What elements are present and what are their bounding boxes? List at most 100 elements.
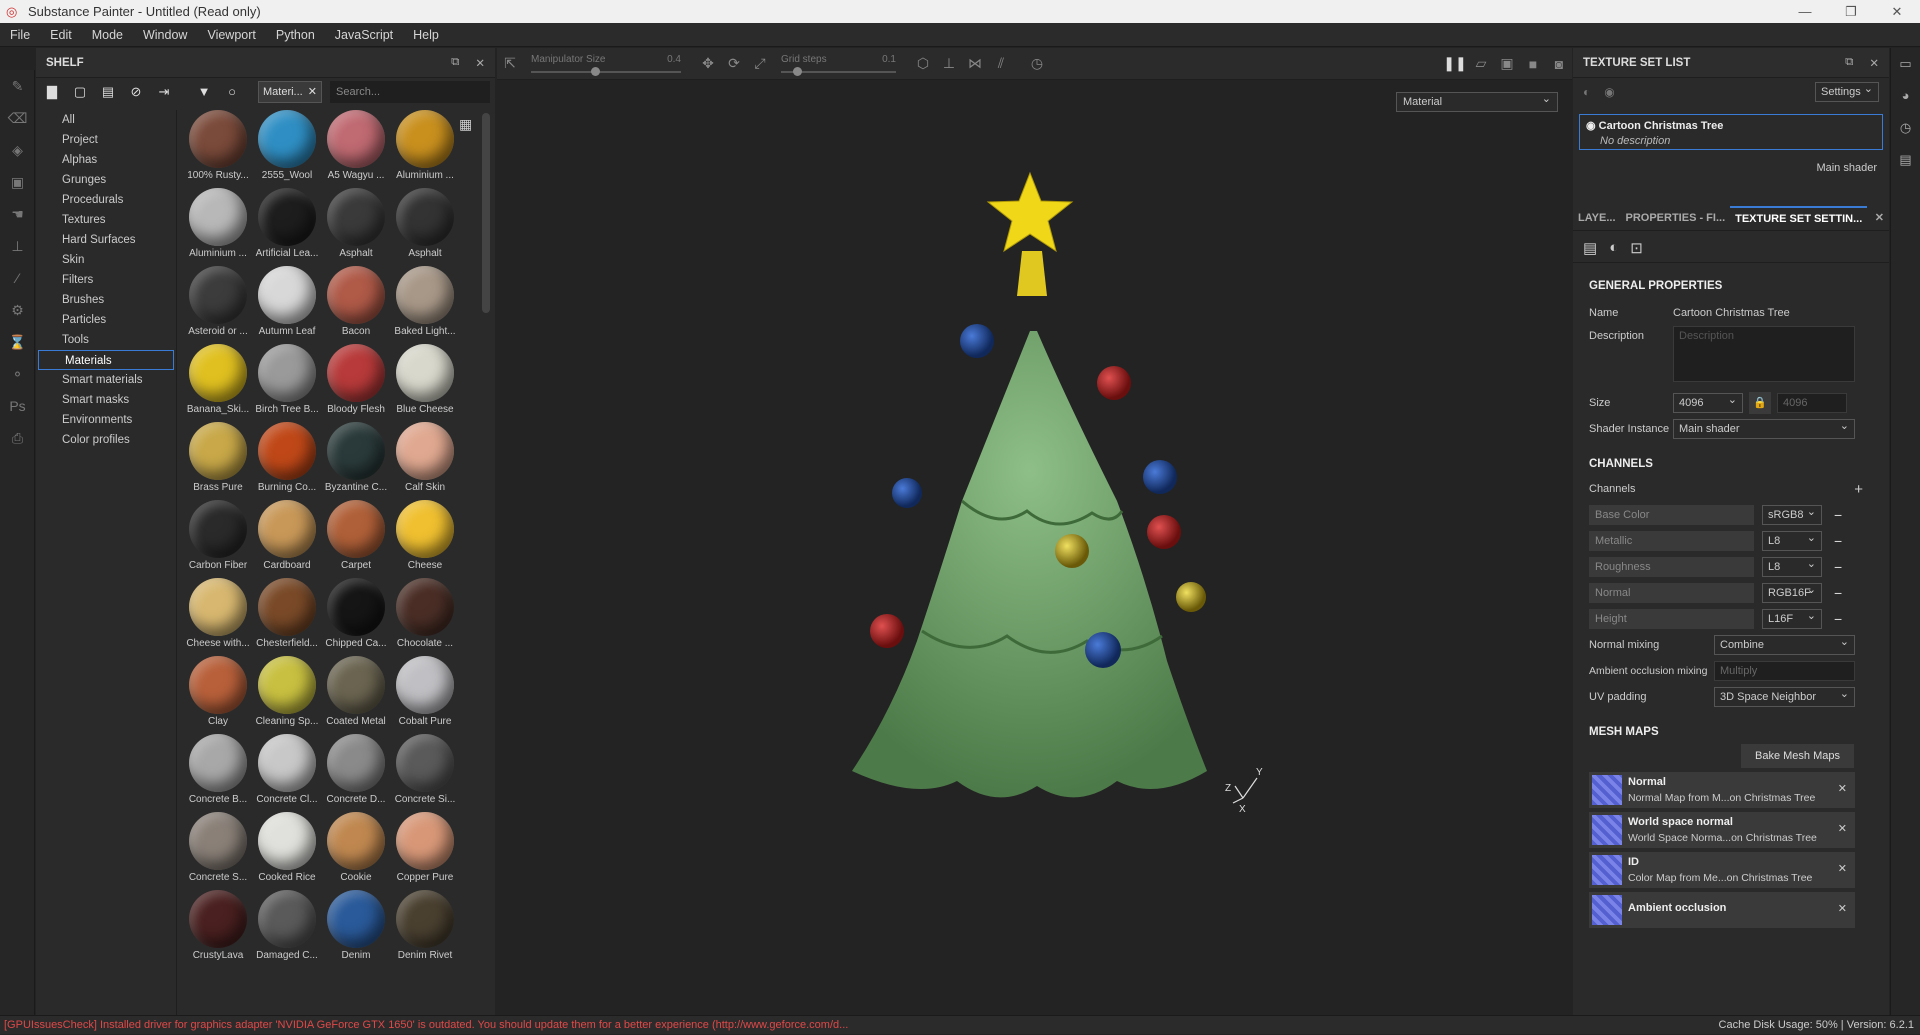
refresh-icon[interactable]: ○ bbox=[220, 81, 244, 103]
category-color-profiles[interactable]: Color profiles bbox=[36, 430, 176, 450]
clone-stamp-icon[interactable]: ⊥ bbox=[0, 230, 35, 262]
pause-icon[interactable]: ❚❚ bbox=[1442, 55, 1468, 72]
iray-icon[interactable]: ⚬ bbox=[0, 358, 35, 390]
material-item[interactable]: Bacon bbox=[322, 266, 390, 344]
mesh-map-item[interactable]: ID Color Map from Me...on Christmas Tree ✕ bbox=[1589, 852, 1855, 888]
material-item[interactable]: Concrete Cl... bbox=[253, 734, 321, 812]
material-item[interactable]: Cooked Rice bbox=[253, 812, 321, 890]
material-item[interactable]: Cardboard bbox=[253, 500, 321, 578]
camera-icon[interactable]: ■ bbox=[1520, 56, 1546, 72]
material-item[interactable]: Concrete Si... bbox=[391, 734, 459, 812]
material-item[interactable]: Asphalt bbox=[391, 188, 459, 266]
history-icon[interactable]: ◷ bbox=[1024, 55, 1050, 72]
material-item[interactable]: Concrete D... bbox=[322, 734, 390, 812]
category-procedurals[interactable]: Procedurals bbox=[36, 190, 176, 210]
category-brushes[interactable]: Brushes bbox=[36, 290, 176, 310]
menu-edit[interactable]: Edit bbox=[40, 28, 82, 42]
visibility-icon[interactable]: ◉ bbox=[1604, 85, 1614, 99]
menu-file[interactable]: File bbox=[0, 28, 40, 42]
material-item[interactable]: Chesterfield... bbox=[253, 578, 321, 656]
close-shelf-icon[interactable]: ✕ bbox=[475, 56, 485, 70]
material-item[interactable]: Byzantine C... bbox=[322, 422, 390, 500]
material-item[interactable]: Cheese with... bbox=[184, 578, 252, 656]
eraser-icon[interactable]: ⌫ bbox=[0, 102, 35, 134]
3d-viewport[interactable]: Material YZX bbox=[497, 81, 1572, 1015]
filter-icon[interactable]: ▼ bbox=[192, 81, 216, 103]
material-item[interactable]: Cheese bbox=[391, 500, 459, 578]
material-item[interactable]: Banana_Ski... bbox=[184, 344, 252, 422]
category-skin[interactable]: Skin bbox=[36, 250, 176, 270]
mesh-map-item[interactable]: Normal Normal Map from M...on Christmas T… bbox=[1589, 772, 1855, 808]
screenshot-icon[interactable]: ◙ bbox=[1546, 56, 1572, 72]
eye-icon[interactable]: ◉ bbox=[1586, 120, 1596, 132]
category-grunges[interactable]: Grunges bbox=[36, 170, 176, 190]
material-item[interactable]: Denim bbox=[322, 890, 390, 968]
channel-format-select[interactable]: RGB16F bbox=[1762, 581, 1822, 603]
remove-channel-icon[interactable]: − bbox=[1834, 585, 1842, 601]
material-item[interactable]: Chipped Ca... bbox=[322, 578, 390, 656]
tab-layers[interactable]: LAYE... bbox=[1573, 212, 1621, 224]
normal-mixing-select[interactable]: Combine bbox=[1714, 633, 1855, 655]
remove-mesh-map-icon[interactable]: ✕ bbox=[1838, 902, 1847, 915]
move-icon[interactable]: ✥ bbox=[695, 55, 721, 72]
float-icon[interactable]: ⧉ bbox=[1845, 56, 1853, 70]
shader-settings-icon[interactable]: ◕ bbox=[1891, 80, 1920, 112]
geometry-mask-icon[interactable]: ▣ bbox=[0, 166, 35, 198]
material-item[interactable]: A5 Wagyu ... bbox=[322, 110, 390, 188]
remove-channel-icon[interactable]: − bbox=[1834, 611, 1842, 627]
grid-knob[interactable] bbox=[792, 67, 802, 76]
material-item[interactable]: Carbon Fiber bbox=[184, 500, 252, 578]
close-window-button[interactable]: ✕ bbox=[1874, 4, 1920, 20]
symmetry-icon[interactable]: ⫽ bbox=[988, 55, 1014, 72]
add-channel-icon[interactable]: + bbox=[1854, 481, 1863, 498]
material-item[interactable]: Concrete S... bbox=[184, 812, 252, 890]
import-icon[interactable]: ⇥ bbox=[152, 81, 176, 103]
category-all[interactable]: All bbox=[36, 110, 176, 130]
material-item[interactable]: Birch Tree B... bbox=[253, 344, 321, 422]
material-item[interactable]: 2555_Wool bbox=[253, 110, 321, 188]
material-item[interactable]: Cookie bbox=[322, 812, 390, 890]
settings-dropdown[interactable]: Settings bbox=[1815, 80, 1879, 102]
close-tab-icon[interactable]: ✕ bbox=[1870, 211, 1889, 224]
name-value[interactable]: Cartoon Christmas Tree bbox=[1673, 307, 1790, 319]
log-icon[interactable]: ▤ bbox=[1891, 144, 1920, 176]
material-item[interactable]: Burning Co... bbox=[253, 422, 321, 500]
material-item[interactable]: Baked Light... bbox=[391, 266, 459, 344]
category-materials[interactable]: Materials bbox=[38, 350, 174, 370]
shader-icon[interactable]: ◐ bbox=[1609, 239, 1618, 256]
folder-icon[interactable]: ▇ bbox=[40, 81, 64, 103]
material-item[interactable]: Chocolate ... bbox=[391, 578, 459, 656]
material-item[interactable]: Asphalt bbox=[322, 188, 390, 266]
remove-channel-icon[interactable]: − bbox=[1834, 507, 1842, 523]
list-icon[interactable]: ▤ bbox=[96, 81, 120, 103]
maximize-button[interactable]: ❐ bbox=[1828, 4, 1874, 20]
lock-icon[interactable]: 🔒 bbox=[1749, 392, 1771, 414]
view-3d-icon[interactable]: ▣ bbox=[1494, 55, 1520, 72]
shelf-scrollbar[interactable] bbox=[482, 113, 490, 313]
view-2d-icon[interactable]: ▱ bbox=[1468, 55, 1494, 72]
remove-mesh-map-icon[interactable]: ✕ bbox=[1838, 782, 1847, 795]
hide-icon[interactable]: ⊘ bbox=[124, 81, 148, 103]
category-textures[interactable]: Textures bbox=[36, 210, 176, 230]
channel-format-select[interactable]: L8 bbox=[1762, 555, 1822, 577]
material-item[interactable]: Artificial Lea... bbox=[253, 188, 321, 266]
hide-icon[interactable]: ◐ bbox=[1583, 85, 1590, 99]
texture-set-icon[interactable]: ▤ bbox=[1583, 239, 1597, 257]
channel-format-select[interactable]: L8 bbox=[1762, 529, 1822, 551]
material-item[interactable]: Coated Metal bbox=[322, 656, 390, 734]
rotate-icon[interactable]: ⟳ bbox=[721, 55, 747, 72]
category-particles[interactable]: Particles bbox=[36, 310, 176, 330]
remove-mesh-map-icon[interactable]: ✕ bbox=[1838, 862, 1847, 875]
category-smart-materials[interactable]: Smart materials bbox=[36, 370, 176, 390]
category-alphas[interactable]: Alphas bbox=[36, 150, 176, 170]
material-item[interactable]: Damaged C... bbox=[253, 890, 321, 968]
measure-icon[interactable]: ⌛ bbox=[0, 326, 35, 358]
uv-icon[interactable]: ⊡ bbox=[1630, 239, 1643, 257]
shelf-search-input[interactable]: Search... bbox=[330, 81, 490, 103]
material-item[interactable]: Blue Cheese bbox=[391, 344, 459, 422]
material-item[interactable]: Aluminium ... bbox=[184, 188, 252, 266]
close-tsl-icon[interactable]: ✕ bbox=[1869, 56, 1879, 70]
material-item[interactable]: Cobalt Pure bbox=[391, 656, 459, 734]
material-item[interactable]: 100% Rusty... bbox=[184, 110, 252, 188]
new-item-icon[interactable]: ▢ bbox=[68, 81, 92, 103]
